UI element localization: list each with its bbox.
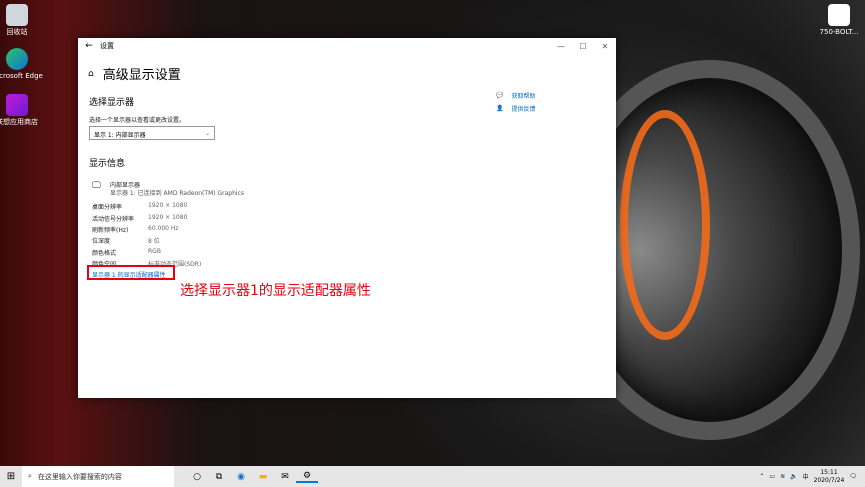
system-tray: ⌃ ▭ ≋ 🔈 中 15:11 2020/7/24 🗨 <box>759 469 865 485</box>
info-row: 刷新频率(Hz) 60.000 Hz <box>92 225 179 234</box>
desktop-icon-recycle-bin[interactable]: 回收站 <box>0 4 46 36</box>
close-button[interactable]: ✕ <box>594 42 616 51</box>
highlight-box <box>87 265 175 280</box>
taskbar: ⊞ ⌕ 在这里输入你要搜索的内容 ○ ⧉ ◉ ▬ ✉ ⚙ ⌃ ▭ ≋ 🔈 中 15… <box>0 466 865 487</box>
desktop-icon-edge[interactable]: Microsoft Edge <box>0 48 46 80</box>
edge-icon[interactable]: ◉ <box>230 472 252 482</box>
info-key: 刷新频率(Hz) <box>92 227 129 234</box>
chevron-down-icon: ⌄ <box>204 130 210 137</box>
title-bar: ← 设置 — ☐ ✕ <box>78 38 616 54</box>
window-title: 设置 <box>100 42 114 50</box>
desktop-icon-store[interactable]: 联想应用商店 <box>0 94 46 126</box>
back-button[interactable]: ← <box>78 41 100 51</box>
edge-icon <box>6 48 28 70</box>
info-value: 1920 × 1080 <box>148 202 188 209</box>
cortana-icon[interactable]: ○ <box>186 472 208 482</box>
feedback-icon: 👤 <box>496 105 504 112</box>
info-row: 活动信号分辨率 1920 × 1080 <box>92 214 187 223</box>
battery-icon[interactable]: ▭ <box>769 473 775 480</box>
clock[interactable]: 15:11 2020/7/24 <box>814 469 845 485</box>
feedback-link[interactable]: 提供反馈 <box>511 104 535 113</box>
taskbar-search[interactable]: ⌕ 在这里输入你要搜索的内容 <box>22 466 174 487</box>
search-icon: ⌕ <box>28 472 32 480</box>
info-key: 活动信号分辨率 <box>92 216 135 223</box>
info-value: 60.000 Hz <box>148 225 179 232</box>
wifi-icon[interactable]: ≋ <box>780 473 785 480</box>
app-icon <box>828 4 850 26</box>
info-value: 8 位 <box>148 238 160 245</box>
file-explorer-icon[interactable]: ▬ <box>252 472 274 482</box>
info-key: 颜色格式 <box>92 250 117 257</box>
volume-icon[interactable]: 🔈 <box>790 473 797 480</box>
task-view-icon[interactable]: ⧉ <box>208 472 230 482</box>
search-placeholder: 在这里输入你要搜索的内容 <box>37 472 122 481</box>
select-display-hint: 选择一个显示器以查看或更改设置。 <box>89 117 186 124</box>
info-row: 位深度 8 位 <box>92 236 160 245</box>
monitor-sub: 显示器 1: 已连接到 AMD Radeon(TM) Graphics <box>110 190 244 197</box>
chevron-up-icon[interactable]: ⌃ <box>759 473 764 480</box>
date: 2020/7/24 <box>813 476 845 484</box>
icon-label: 750-BOLT... <box>819 28 859 36</box>
store-icon <box>6 94 28 116</box>
monitor-icon: 🖵 <box>92 181 101 191</box>
info-value: RGB <box>148 248 161 255</box>
info-row: 颜色格式 RGB <box>92 248 161 257</box>
home-icon[interactable]: ⌂ <box>88 69 94 79</box>
ime-icon[interactable]: 中 <box>803 472 809 481</box>
info-key: 位深度 <box>92 238 111 245</box>
help-link[interactable]: 获取帮助 <box>511 91 535 100</box>
settings-icon[interactable]: ⚙ <box>296 471 318 483</box>
display-info-heading: 显示信息 <box>89 159 126 169</box>
info-key: 桌面分辨率 <box>92 204 123 211</box>
icon-label: 回收站 <box>6 28 28 36</box>
maximize-button[interactable]: ☐ <box>572 42 594 51</box>
annotation-text: 选择显示器1的显示适配器属性 <box>180 283 371 299</box>
recycle-bin-icon <box>6 4 28 26</box>
dropdown-value: 显示 1: 内部显示器 <box>94 132 146 139</box>
help-icon: 💬 <box>496 92 504 99</box>
notification-icon[interactable]: 🗨 <box>849 473 857 480</box>
info-value: 1920 × 1080 <box>148 214 188 221</box>
page-title: 高级显示设置 <box>102 68 181 83</box>
icon-label: Microsoft Edge <box>0 72 43 80</box>
windows-start-icon[interactable]: ⊞ <box>0 471 22 482</box>
settings-window: ← 设置 — ☐ ✕ ⌂ 高级显示设置 选择显示器 选择一个显示器以查看或更改设置。 … <box>78 38 616 398</box>
mail-icon[interactable]: ✉ <box>274 472 296 482</box>
wallpaper-ring <box>620 110 710 340</box>
time: 15:11 <box>820 468 838 476</box>
minimize-button[interactable]: — <box>550 42 572 51</box>
info-row: 桌面分辨率 1920 × 1080 <box>92 202 187 211</box>
desktop-icon-top-right[interactable]: 750-BOLT... <box>810 4 865 36</box>
select-display-heading: 选择显示器 <box>89 98 135 108</box>
icon-label: 联想应用商店 <box>0 118 38 126</box>
display-dropdown[interactable]: 显示 1: 内部显示器 ⌄ <box>89 126 215 140</box>
